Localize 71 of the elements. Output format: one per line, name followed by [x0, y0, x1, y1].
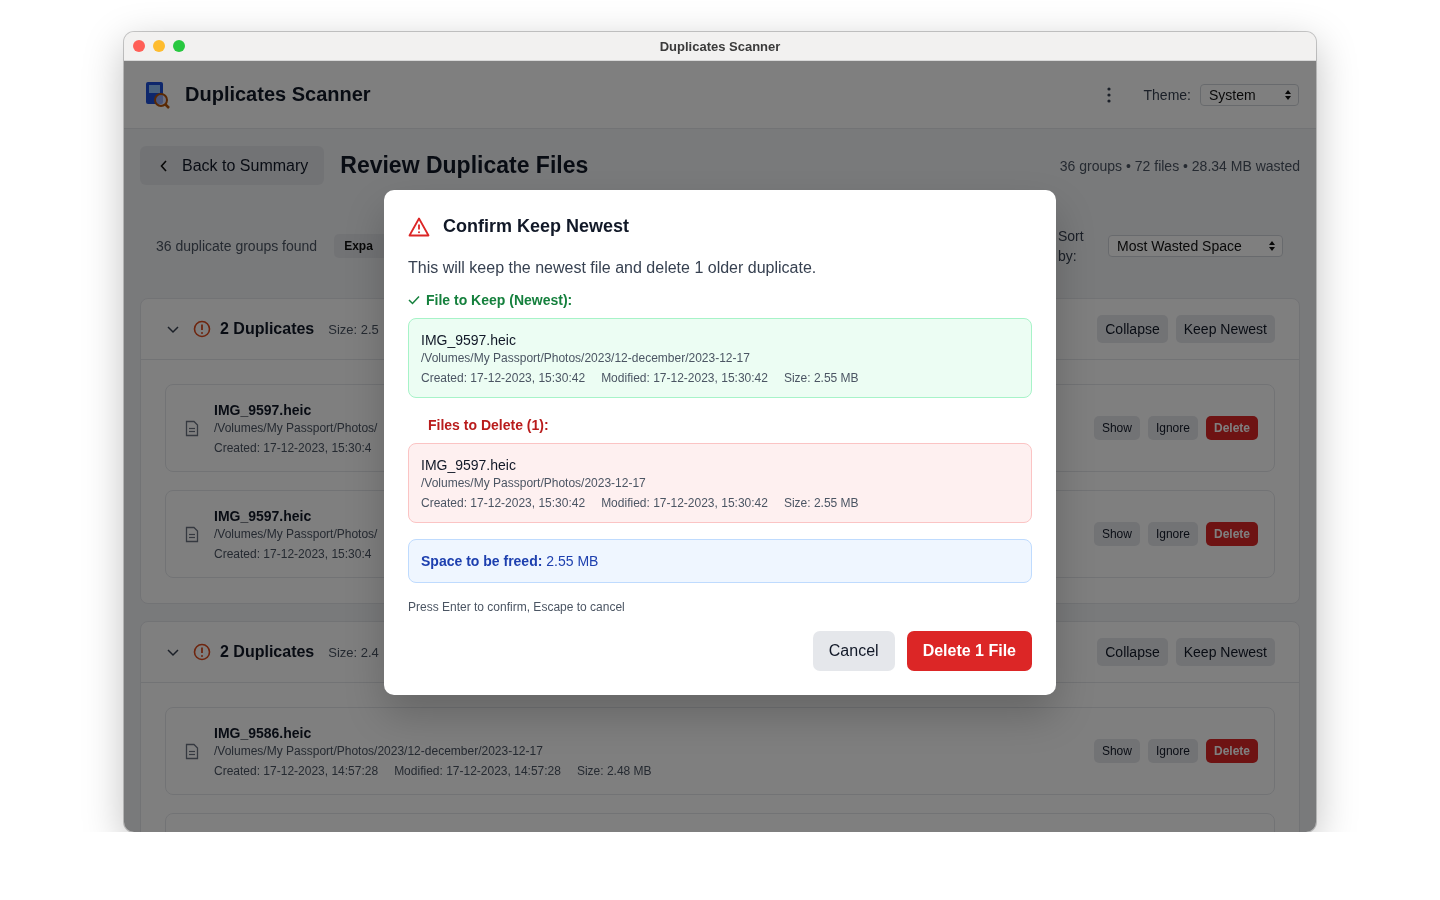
minimize-button[interactable] — [153, 40, 165, 52]
action-button[interactable]: Ignore — [1147, 416, 1198, 440]
file-detail: Size: 2.48 MB — [576, 763, 652, 778]
group-size: Size: 2.4 — [328, 644, 379, 660]
stepper-icon — [1284, 88, 1292, 101]
delete-button[interactable]: Delete — [1205, 739, 1258, 763]
dialog-message: This will keep the newest file and delete 1 older duplicate. — [408, 259, 818, 277]
theme-label: Theme: — [1143, 86, 1191, 103]
theme-select[interactable]: System — [1200, 83, 1299, 106]
back-button[interactable]: Back to Summary — [140, 146, 325, 185]
group-size: Size: 2.5 — [328, 321, 379, 337]
file-detail: Created: 17-12-2023, 15:30:4 — [214, 440, 372, 455]
summary-stats: 36 groups • 72 files • 28.34 MB wasted — [1059, 157, 1300, 174]
file-path: /Volumes/My Passport/Photos/2023-12-17 — [421, 476, 647, 490]
document-icon — [185, 742, 199, 760]
group-title: 2 Duplicates — [220, 643, 315, 661]
stepper-icon — [1268, 240, 1276, 252]
document-icon — [185, 419, 199, 437]
cancel-button[interactable]: Cancel — [812, 631, 895, 671]
action-button[interactable]: Show — [1093, 739, 1140, 763]
app-icon — [143, 79, 171, 110]
collapse-button[interactable]: Collapse — [1097, 315, 1168, 343]
file-detail: Modified: 17-12-2023, 15:30:42 — [601, 496, 768, 510]
dialog-title: Confirm Keep Newest — [443, 216, 630, 237]
zoom-button[interactable] — [173, 40, 185, 52]
file-path: /Volumes/My Passport/Photos/ — [214, 420, 378, 435]
file-detail: Created: 17-12-2023, 15:30:42 — [421, 496, 586, 510]
alert-icon — [193, 643, 211, 661]
delete-button[interactable]: Delete 1 File — [906, 631, 1032, 671]
file-path: /Volumes/My Passport/Photos/2023/12-december/2023-12-17 — [421, 351, 751, 365]
file-name: IMG_9597.heic — [421, 332, 517, 348]
document-icon — [185, 525, 199, 543]
checkmark-icon — [408, 295, 420, 305]
keep-heading: File to Keep (Newest): — [426, 292, 573, 308]
action-button[interactable]: Show — [1093, 416, 1140, 440]
app-title: Duplicates Scanner — [185, 83, 371, 106]
group-title: 2 Duplicates — [220, 320, 315, 338]
sort-label: Sort by: — [1058, 227, 1085, 266]
file-detail: Modified: 17-12-2023, 14:57:28 — [394, 763, 561, 778]
keep-newest-button[interactable]: Keep Newest — [1175, 315, 1275, 343]
delete-button[interactable]: Delete — [1205, 522, 1258, 546]
keep-newest-button[interactable]: Keep Newest — [1175, 638, 1275, 666]
more-icon — [1106, 86, 1111, 103]
file-name: IMG_9597.heic — [214, 401, 312, 418]
sort-select[interactable]: Most Wasted Space — [1108, 235, 1283, 257]
window-title: Duplicates Scanner — [659, 38, 781, 54]
file-detail: Created: 17-12-2023, 14:57:28 — [214, 763, 379, 778]
groups-count: 36 duplicate groups found — [156, 238, 318, 254]
file-detail: Created: 17-12-2023, 15:30:42 — [421, 371, 586, 385]
page-title: Review Duplicate Files — [340, 152, 589, 179]
action-button[interactable]: Ignore — [1147, 739, 1198, 763]
close-button[interactable] — [133, 40, 145, 52]
file-path: /Volumes/My Passport/Photos/ — [214, 526, 378, 541]
delete-button[interactable]: Delete — [1205, 416, 1258, 440]
keyboard-hint: Press Enter to confirm, Escape to cancel — [408, 600, 626, 614]
warning-icon — [408, 216, 430, 237]
chevron-left-icon — [160, 159, 168, 172]
file-detail: Size: 2.55 MB — [783, 371, 859, 385]
file-detail: Modified: 17-12-2023, 15:30:42 — [601, 371, 768, 385]
file-detail: Created: 17-12-2023, 15:30:4 — [214, 546, 372, 561]
file-path: /Volumes/My Passport/Photos/2023/12-december/2023-12-17 — [214, 743, 543, 758]
action-button[interactable]: Show — [1093, 522, 1140, 546]
collapse-button[interactable]: Collapse — [1097, 638, 1168, 666]
delete-heading: Files to Delete (1): — [428, 417, 550, 433]
file-name: IMG_9597.heic — [214, 507, 312, 524]
action-button[interactable]: Ignore — [1147, 522, 1198, 546]
file-name: IMG_9597.heic — [421, 457, 517, 473]
alert-icon — [193, 320, 211, 338]
space-freed: Space to be freed: 2.55 MB — [408, 539, 1032, 583]
file-detail: Size: 2.55 MB — [783, 496, 859, 510]
file-name: IMG_9586.heic — [214, 724, 312, 741]
